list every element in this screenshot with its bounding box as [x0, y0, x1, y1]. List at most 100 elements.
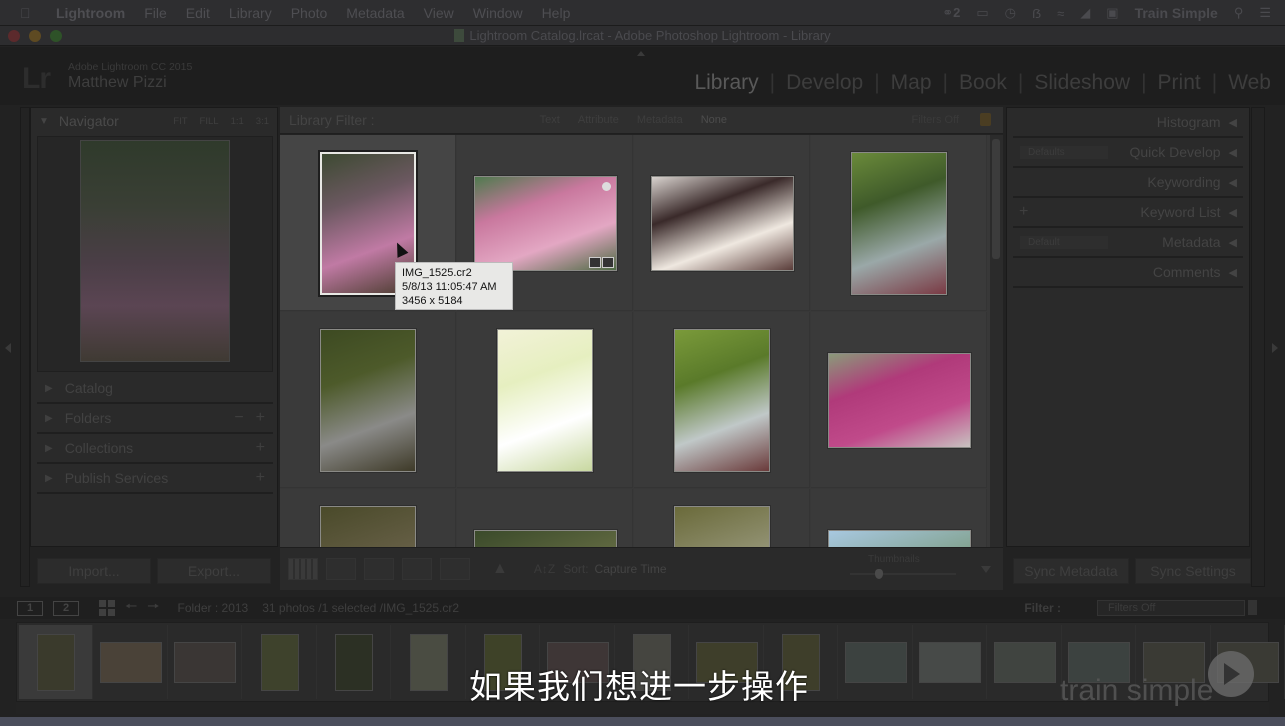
filter-metadata[interactable]: Metadata — [637, 114, 683, 126]
volume-icon[interactable]: ◢ — [1080, 5, 1090, 21]
folders-section[interactable]: ▶ Folders − + — [37, 404, 273, 434]
main-window-button[interactable]: 1 — [17, 600, 43, 616]
sync-settings-button[interactable]: Sync Settings — [1135, 558, 1251, 584]
filmstrip-thumbnail[interactable] — [99, 641, 162, 683]
user-name[interactable]: Train Simple — [1135, 5, 1218, 21]
grid-cell[interactable] — [811, 135, 987, 311]
filmstrip-thumbnail[interactable] — [335, 633, 373, 691]
filmstrip-cell[interactable] — [168, 625, 242, 699]
module-slideshow[interactable]: Slideshow — [1034, 71, 1130, 95]
crop-badge-icon[interactable] — [588, 256, 601, 268]
zoom-button[interactable] — [50, 30, 62, 42]
keyword-list-section[interactable]: + Keyword List ◀ — [1013, 198, 1243, 228]
grid-cell[interactable] — [634, 135, 810, 311]
minimize-button[interactable] — [29, 30, 41, 42]
sort-direction-icon[interactable]: A↕Z — [534, 562, 555, 576]
grid-view-button[interactable] — [288, 558, 318, 580]
keywording-section[interactable]: Keywording ◀ — [1013, 168, 1243, 198]
export-button[interactable]: Export... — [157, 558, 271, 584]
add-publish-service-icon[interactable]: + — [256, 469, 265, 487]
left-panel-scrollbar[interactable] — [20, 107, 30, 587]
filter-none[interactable]: None — [701, 114, 727, 126]
filmstrip-thumbnail[interactable] — [260, 633, 299, 691]
survey-view-button[interactable] — [402, 558, 432, 580]
secondary-window-button[interactable]: 2 — [53, 600, 79, 616]
navigator-header[interactable]: ▼ Navigator FIT FILL 1:1 3:1 — [31, 108, 277, 134]
develop-badge-icon[interactable] — [601, 256, 614, 268]
filter-presets-select[interactable]: Filters Off — [912, 114, 959, 126]
grid-cell[interactable] — [280, 489, 456, 547]
quick-develop-preset-select[interactable]: Defaults — [1019, 144, 1109, 160]
menu-photo[interactable]: Photo — [291, 5, 328, 21]
menu-help[interactable]: Help — [542, 5, 571, 21]
import-button[interactable]: Import... — [37, 558, 151, 584]
thumbnail-size-slider[interactable] — [850, 569, 956, 579]
filter-attribute[interactable]: Attribute — [578, 114, 619, 126]
bluetooth-icon[interactable]: ẞ — [1032, 6, 1041, 21]
back-arrow-icon[interactable]: 🠔 — [125, 596, 137, 620]
add-folder-icon[interactable]: + — [256, 409, 265, 427]
photo-thumbnail[interactable] — [473, 529, 617, 547]
module-map[interactable]: Map — [891, 71, 932, 95]
module-print[interactable]: Print — [1158, 71, 1201, 95]
menu-library[interactable]: Library — [229, 5, 272, 21]
collapse-right-panel-arrow[interactable] — [1272, 343, 1278, 353]
menu-edit[interactable]: Edit — [186, 5, 210, 21]
module-book[interactable]: Book — [959, 71, 1007, 95]
wifi-icon[interactable]: ≈ — [1057, 6, 1064, 21]
people-view-button[interactable] — [440, 558, 470, 580]
forward-arrow-icon[interactable]: 🠖 — [147, 596, 159, 620]
compare-view-button[interactable] — [364, 558, 394, 580]
filmstrip-thumbnail[interactable] — [844, 641, 907, 683]
filmstrip-filter-select[interactable]: Filters Off — [1097, 600, 1245, 616]
photo-thumbnail[interactable] — [827, 529, 971, 547]
publish-services-section[interactable]: ▶ Publish Services + — [37, 464, 273, 494]
collapse-top-panel-arrow[interactable] — [637, 51, 645, 56]
notification-center-icon[interactable]: ☰ — [1259, 5, 1271, 21]
photo-thumbnail[interactable] — [473, 175, 617, 271]
zoom-1-1[interactable]: 1:1 — [231, 116, 244, 127]
grid-cell[interactable] — [457, 489, 633, 547]
grid-cell[interactable] — [280, 312, 456, 488]
histogram-section[interactable]: Histogram ◀ — [1013, 108, 1243, 138]
airplay-icon[interactable]: ▭ — [976, 5, 988, 21]
module-web[interactable]: Web — [1228, 71, 1271, 95]
filmstrip-cell[interactable] — [839, 625, 913, 699]
filmstrip-cell[interactable] — [19, 625, 93, 699]
filmstrip-cell[interactable] — [94, 625, 168, 699]
lock-icon[interactable] — [980, 113, 991, 126]
sync-metadata-button[interactable]: Sync Metadata — [1013, 558, 1129, 584]
collapse-left-panel-arrow[interactable] — [5, 343, 11, 353]
zoom-fit[interactable]: FIT — [173, 116, 187, 127]
grid-cell[interactable] — [634, 312, 810, 488]
grid-scrollbar-thumb[interactable] — [992, 139, 1000, 259]
filmstrip-thumbnail[interactable] — [919, 641, 981, 683]
catalog-section[interactable]: ▶ Catalog — [37, 374, 273, 404]
filter-text[interactable]: Text — [540, 114, 560, 126]
filmstrip-cell[interactable] — [317, 625, 391, 699]
filmstrip-thumbnail[interactable] — [174, 641, 236, 683]
metadata-section[interactable]: Default Metadata ◀ — [1013, 228, 1243, 258]
thumbnail-size-knob[interactable] — [875, 569, 883, 579]
photo-thumbnail[interactable] — [674, 328, 770, 472]
metadata-preset-select[interactable]: Default — [1019, 234, 1109, 250]
comments-section[interactable]: Comments ◀ — [1013, 258, 1243, 288]
close-button[interactable] — [8, 30, 20, 42]
creative-cloud-icon[interactable]: ⚭2 — [942, 5, 960, 21]
selection-info[interactable]: 31 photos /1 selected /IMG_1525.cr2 — [262, 601, 459, 615]
menu-view[interactable]: View — [424, 5, 454, 21]
navigator-preview[interactable] — [37, 136, 273, 372]
photo-thumbnail[interactable] — [320, 505, 416, 547]
remove-folder-icon[interactable]: − — [234, 409, 243, 427]
add-collection-icon[interactable]: + — [256, 439, 265, 457]
folder-source[interactable]: Folder : 2013 — [178, 601, 249, 615]
loupe-view-button[interactable] — [326, 558, 356, 580]
photo-thumbnail[interactable] — [851, 151, 947, 295]
grid-cell[interactable] — [457, 312, 633, 488]
right-panel-scrollbar[interactable] — [1251, 107, 1265, 587]
quick-collection-dot-icon[interactable] — [601, 181, 611, 191]
photo-thumbnail[interactable] — [650, 175, 794, 271]
zoom-3-1[interactable]: 3:1 — [256, 116, 269, 127]
photo-thumbnail[interactable] — [674, 505, 770, 547]
grid-cell[interactable] — [811, 312, 987, 488]
